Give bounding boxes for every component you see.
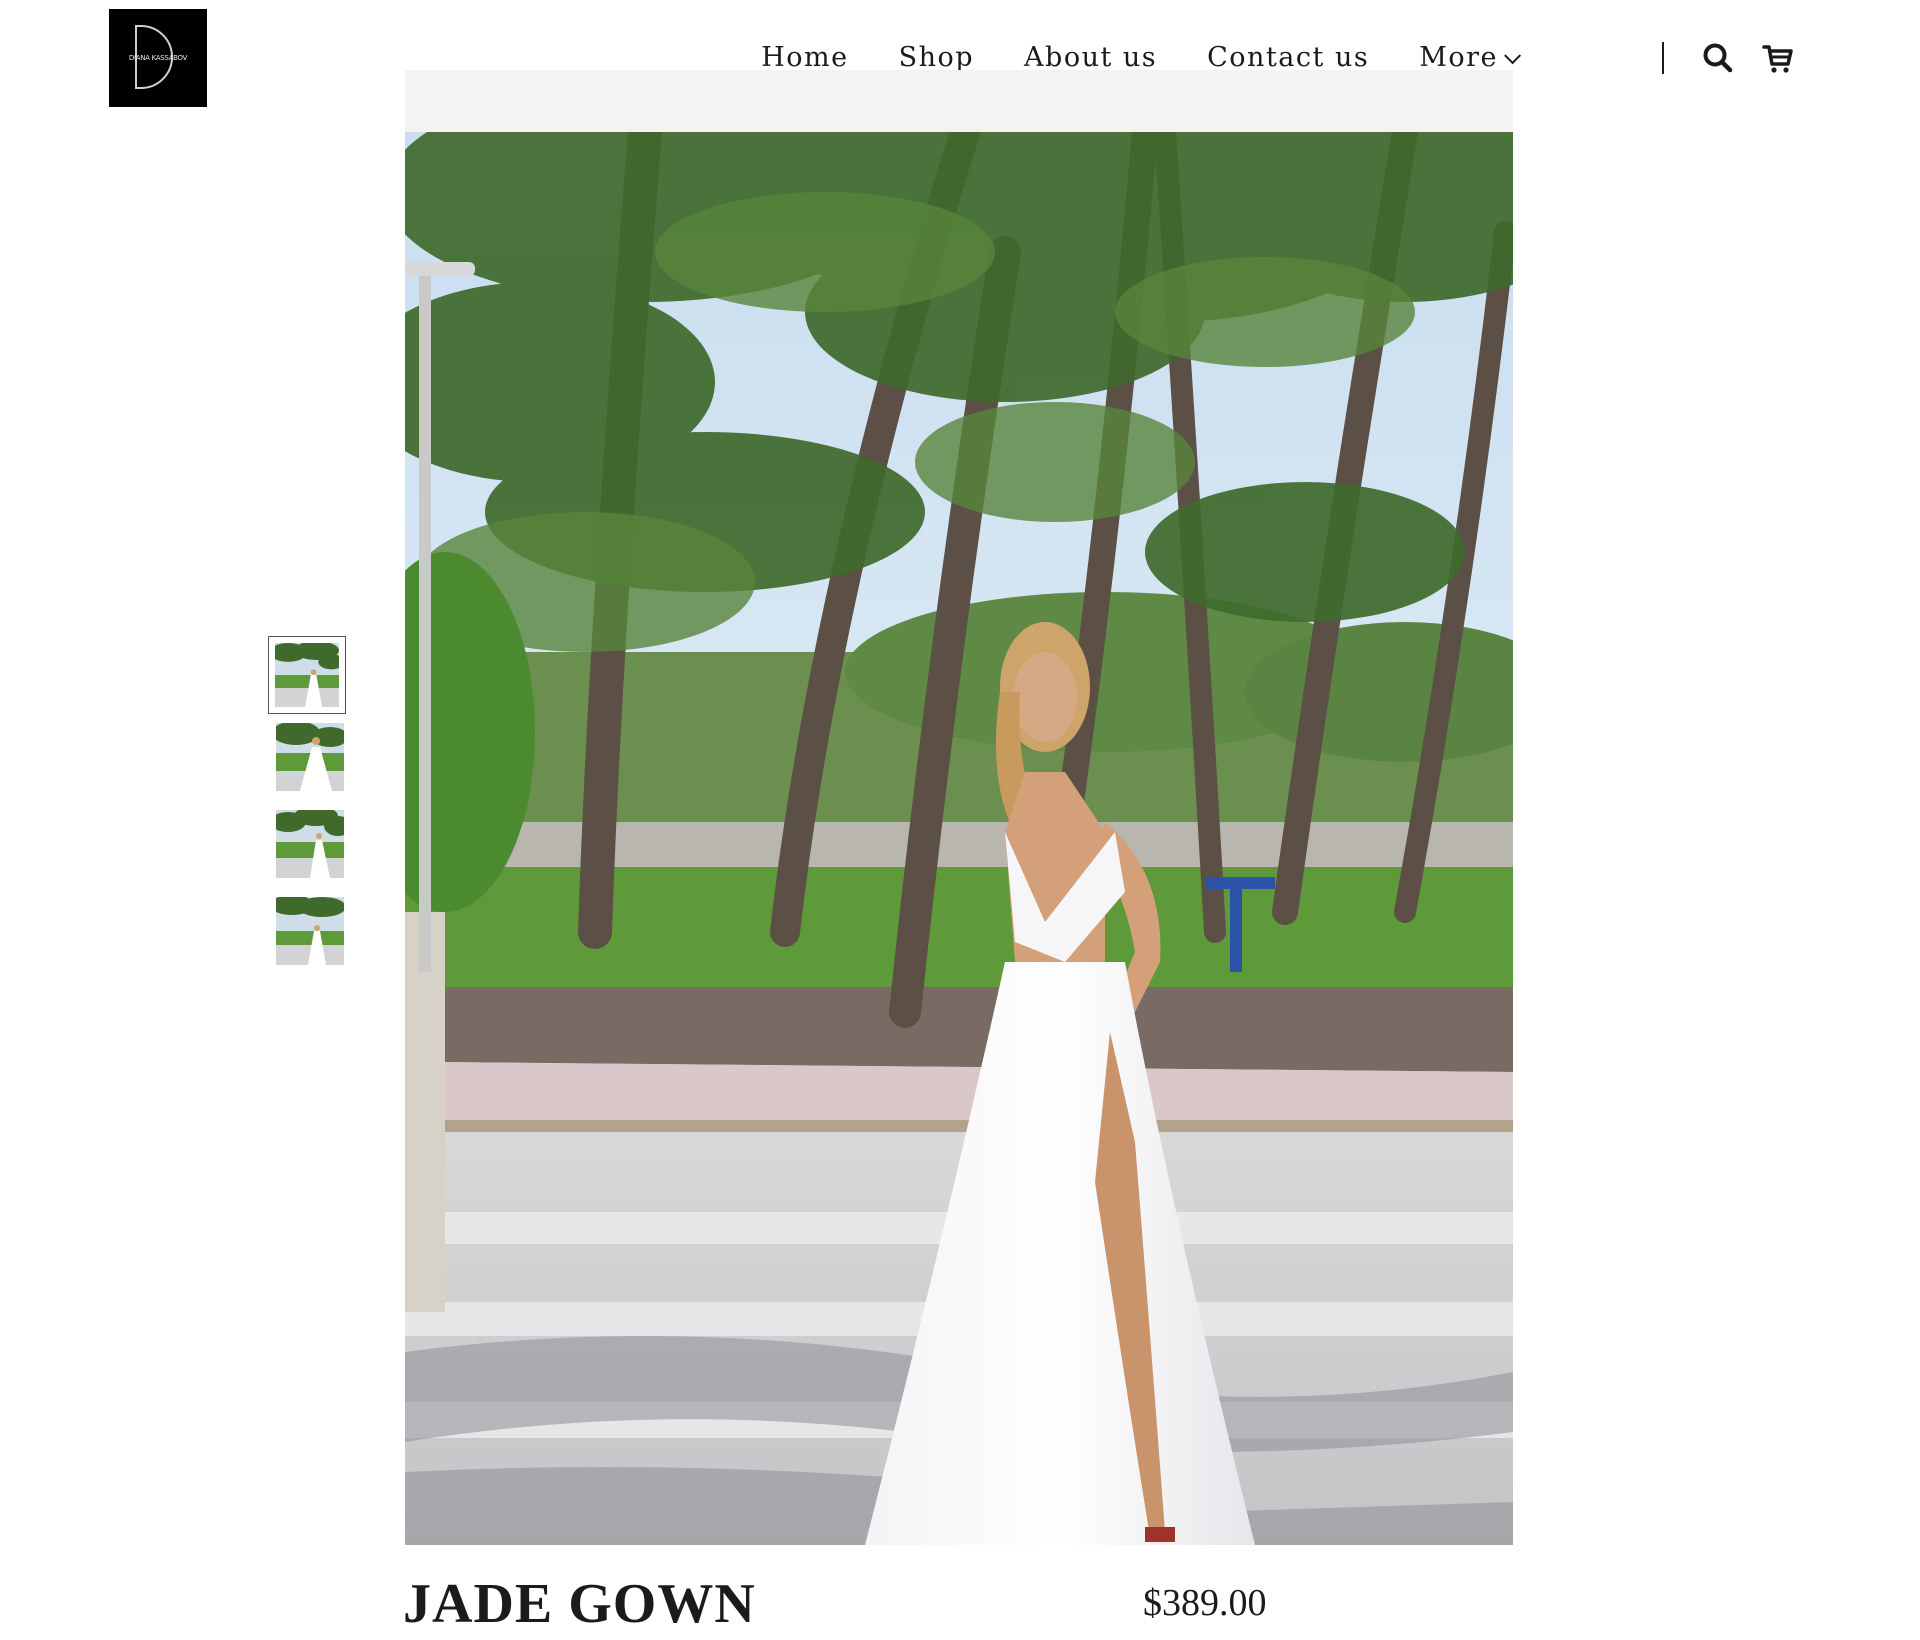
thumbnail-photo (276, 810, 344, 878)
thumbnail-1[interactable] (268, 636, 346, 714)
chevron-down-icon (1504, 46, 1522, 64)
brand-logo[interactable]: DIANA KASSABOV (109, 9, 207, 107)
thumbnail-photo (276, 723, 344, 791)
thumbnail-2[interactable] (276, 723, 344, 791)
search-icon (1703, 43, 1733, 73)
thumbnail-4[interactable] (276, 897, 344, 965)
nav-more-label: More (1419, 41, 1498, 73)
product-main-image[interactable] (405, 70, 1513, 1545)
cart-icon (1762, 45, 1793, 73)
product-photo (405, 132, 1513, 1545)
thumbnail-3[interactable] (276, 810, 344, 878)
product-page: DIANA KASSABOV Home Shop About us Contac… (0, 0, 1920, 1640)
thumbnail-photo (276, 897, 344, 965)
image-top-band (405, 70, 1513, 132)
nav-divider (1662, 42, 1664, 74)
product-price: $389.00 (1143, 1582, 1267, 1624)
product-title: JADE GOWN (403, 1573, 756, 1635)
search-button[interactable] (1700, 40, 1736, 76)
cart-button[interactable] (1760, 40, 1796, 76)
thumbnail-photo (275, 643, 339, 707)
logo-text: DIANA KASSABOV (128, 54, 188, 62)
